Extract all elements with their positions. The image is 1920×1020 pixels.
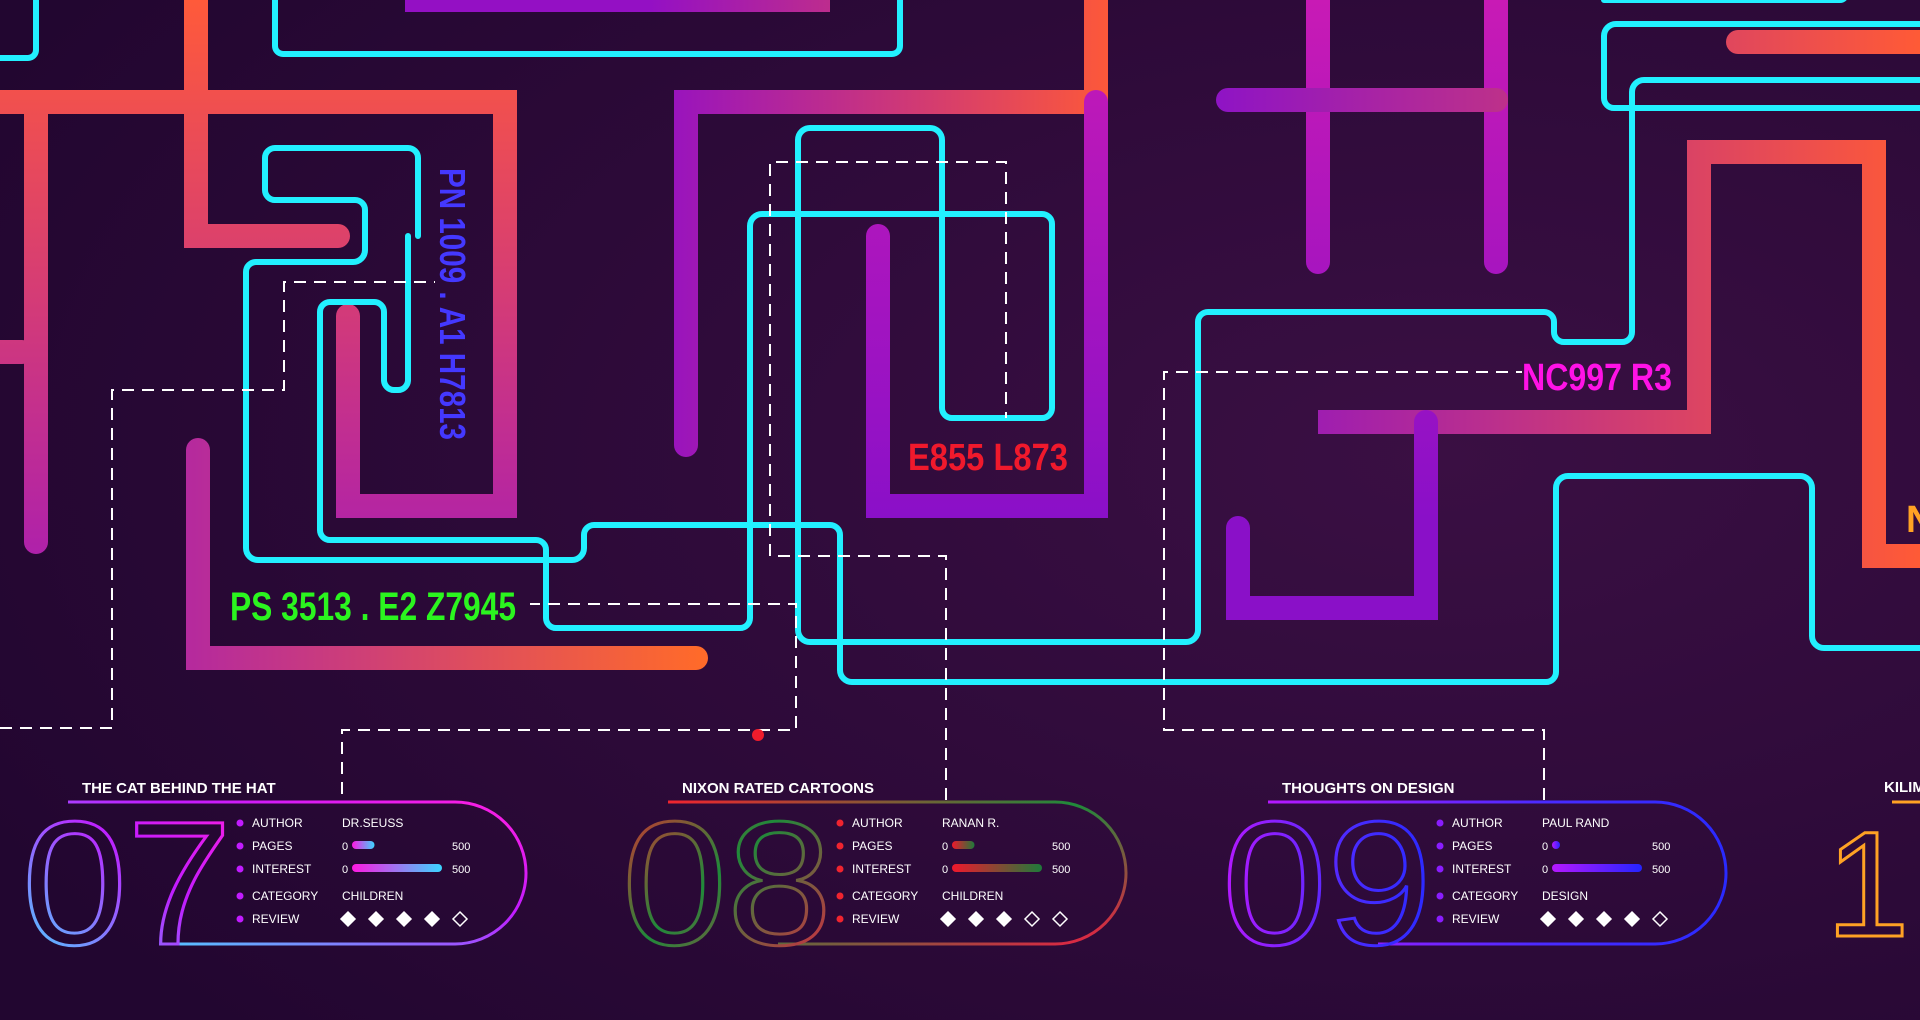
pages-min: 0 xyxy=(342,841,348,853)
field-label-review: REVIEW xyxy=(252,912,300,926)
field-bullet xyxy=(1436,865,1444,873)
field-label-pages: PAGES xyxy=(252,839,292,853)
route-dot xyxy=(752,729,764,741)
interest-max: 500 xyxy=(452,864,470,876)
field-label-category: CATEGORY xyxy=(1452,889,1518,903)
field-bullet xyxy=(236,819,244,827)
field-bullet xyxy=(236,915,244,923)
call-number-nc: NC997 R3 xyxy=(1522,357,1672,399)
interest-max: 500 xyxy=(1652,864,1670,876)
card-number: 07 xyxy=(22,786,232,982)
field-label-author: AUTHOR xyxy=(1452,816,1503,830)
field-bullet xyxy=(836,915,844,923)
field-label-interest: INTEREST xyxy=(1452,862,1512,876)
category-value: DESIGN xyxy=(1542,889,1588,903)
interest-bar xyxy=(352,864,442,872)
pages-min: 0 xyxy=(942,841,948,853)
card-title: KILIM xyxy=(1884,779,1920,796)
call-number-ps: PS 3513 . E2 Z7945 xyxy=(230,585,516,629)
author-value: DR.SEUSS xyxy=(342,816,403,830)
interest-min: 0 xyxy=(1542,864,1548,876)
field-bullet xyxy=(836,842,844,850)
field-bullet xyxy=(236,892,244,900)
field-label-pages: PAGES xyxy=(1452,839,1492,853)
field-bullet xyxy=(1436,915,1444,923)
interest-max: 500 xyxy=(1052,864,1070,876)
field-bullet xyxy=(836,865,844,873)
pages-bar xyxy=(1552,841,1560,849)
field-label-review: REVIEW xyxy=(852,912,900,926)
pages-bar xyxy=(952,841,975,849)
field-bullet xyxy=(1436,842,1444,850)
field-bullet xyxy=(236,842,244,850)
field-label-author: AUTHOR xyxy=(252,816,303,830)
field-label-interest: INTEREST xyxy=(852,862,912,876)
interest-min: 0 xyxy=(342,864,348,876)
field-bullet xyxy=(236,865,244,873)
field-label-pages: PAGES xyxy=(852,839,892,853)
card-number: 09 xyxy=(1222,786,1432,982)
author-value: PAUL RAND xyxy=(1542,816,1610,830)
pages-max: 500 xyxy=(452,841,470,853)
interest-bar xyxy=(952,864,1042,872)
pages-max: 500 xyxy=(1052,841,1070,853)
author-value: RANAN R. xyxy=(942,816,999,830)
field-bullet xyxy=(836,892,844,900)
pages-min: 0 xyxy=(1542,841,1548,853)
field-label-category: CATEGORY xyxy=(252,889,318,903)
pages-bar xyxy=(352,841,375,849)
field-label-author: AUTHOR xyxy=(852,816,903,830)
field-label-review: REVIEW xyxy=(1452,912,1500,926)
category-value: CHILDREN xyxy=(942,889,1003,903)
field-bullet xyxy=(1436,819,1444,827)
call-number-e: E855 L873 xyxy=(908,437,1068,479)
card-number: 08 xyxy=(622,786,832,982)
category-value: CHILDREN xyxy=(342,889,403,903)
field-bullet xyxy=(836,819,844,827)
field-bullet xyxy=(1436,892,1444,900)
field-label-interest: INTEREST xyxy=(252,862,312,876)
field-label-category: CATEGORY xyxy=(852,889,918,903)
maze-canvas: PN 1009 . A1 H7813 PS 3513 . E2 Z7945 E8… xyxy=(0,0,1920,1020)
pages-max: 500 xyxy=(1652,841,1670,853)
book-card-partial[interactable]: KILIM 1 xyxy=(1825,779,1920,970)
interest-min: 0 xyxy=(942,864,948,876)
call-number-pn: PN 1009 . A1 H7813 xyxy=(432,168,473,440)
interest-bar xyxy=(1552,864,1642,872)
call-number-partial: N xyxy=(1906,499,1920,541)
card-number: 1 xyxy=(1826,800,1909,968)
